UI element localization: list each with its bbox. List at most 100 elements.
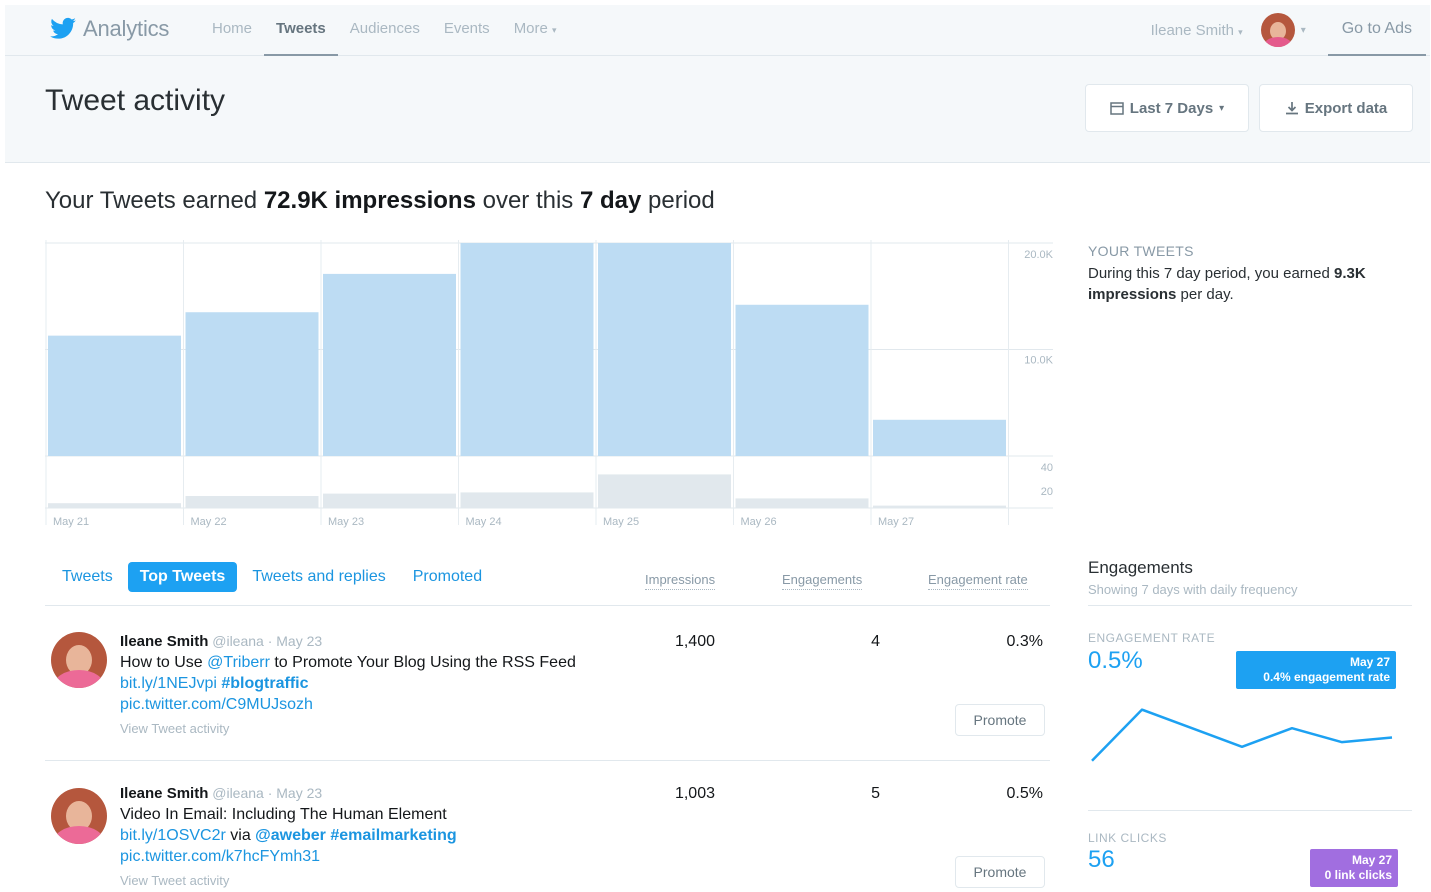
bar-impressions (460, 243, 594, 456)
bar-impressions (873, 419, 1006, 456)
brand[interactable]: Analytics (49, 15, 169, 43)
tweet-hashtag[interactable]: #blogtraffic (221, 675, 308, 692)
avatar[interactable] (51, 788, 107, 844)
page-header: Tweet activity Last 7 Days ▾ Export data (5, 56, 1430, 163)
tweet-text-part: Video In Email: Including The Human Elem… (120, 806, 447, 823)
nav-item-more[interactable]: More ▾ (502, 5, 569, 55)
tweet-mention[interactable]: @aweber (255, 827, 326, 844)
tweet-pic-link[interactable]: pic.twitter.com/k7hcFYmh31 (120, 848, 320, 865)
tweet-link[interactable]: bit.ly/1OSVC2r (120, 827, 226, 844)
promote-button[interactable]: Promote (955, 856, 1045, 888)
calendar-icon (1110, 102, 1124, 115)
x-tick-label: May 21 (53, 516, 89, 528)
engagement-rate-sparkline[interactable] (1088, 698, 1398, 778)
your-tweets-text: During this 7 day period, you earned 9.3… (1088, 263, 1418, 305)
tweet-handle-date: @ileana · May 23 (212, 633, 323, 649)
summary-middle: over this (475, 187, 580, 214)
nav-item-home[interactable]: Home (200, 5, 264, 55)
tweet-link[interactable]: bit.ly/1NEJvpi (120, 675, 217, 692)
tooltip-date: May 27 (1349, 655, 1390, 669)
view-tweet-activity-link[interactable]: View Tweet activity (120, 873, 620, 888)
column-engagements[interactable]: Engagements (782, 572, 863, 590)
engagement-rate-label: ENGAGEMENT RATE (1088, 631, 1216, 645)
chevron-down-icon: ▾ (552, 25, 557, 35)
tweet-hashtag[interactable]: #emailmarketing (330, 827, 456, 844)
engagement-rate-line (1091, 708, 1393, 762)
go-to-ads-link[interactable]: Go to Ads (1327, 5, 1427, 57)
promote-button[interactable]: Promote (955, 704, 1045, 736)
tweet-engagements: 5 (871, 785, 880, 802)
nav-item-audiences[interactable]: Audiences (338, 5, 432, 55)
y-tick-label: 20 (1041, 486, 1053, 498)
x-tick-label: May 22 (191, 516, 227, 528)
chevron-down-icon[interactable]: ▾ (1301, 25, 1306, 36)
account-username[interactable]: Ileane Smith ▾ (1151, 22, 1243, 39)
brand-name: Analytics (83, 16, 170, 41)
nav-item-events[interactable]: Events (432, 5, 502, 55)
tweet-text-part: via (225, 827, 256, 844)
engagements-divider (1088, 605, 1412, 606)
tweet-engagements: 4 (871, 633, 880, 650)
y-tick-label: 20.0K (1024, 249, 1053, 261)
engagements-subtitle: Showing 7 days with daily frequency (1088, 582, 1298, 597)
bar-engagements (873, 505, 1006, 508)
tweet-tabs: Tweets Top Tweets Tweets and replies Pro… (50, 562, 497, 592)
your-tweets-heading: YOUR TWEETS (1088, 243, 1194, 259)
view-tweet-activity-link[interactable]: View Tweet activity (120, 721, 620, 736)
tab-promoted[interactable]: Promoted (401, 562, 494, 592)
avatar[interactable] (51, 632, 107, 688)
tweet-impressions: 1,400 (674, 633, 715, 650)
account-username-label: Ileane Smith (1150, 21, 1234, 39)
tab-tweets-and-replies[interactable]: Tweets and replies (240, 562, 397, 592)
export-data-button[interactable]: Export data (1259, 84, 1413, 132)
nav-item-more-label: More (513, 20, 548, 37)
tweet-author[interactable]: Ileane Smith (120, 633, 208, 650)
y-tick-label: 40 (1041, 462, 1053, 474)
tweet-body: Ileane Smith @ileana · May 23 Video In E… (120, 785, 620, 888)
bar-impressions (735, 304, 869, 456)
account-area: Ileane Smith ▾ ▾ Go to Ads (1151, 5, 1430, 57)
bar-impressions (598, 243, 731, 456)
row-divider (45, 760, 1050, 761)
column-impressions[interactable]: Impressions (645, 572, 716, 590)
bar-engagements (185, 496, 319, 508)
tweet-mention[interactable]: @Triberr (207, 654, 270, 671)
tweet-author[interactable]: Ileane Smith (120, 785, 208, 802)
x-tick-label: May 26 (741, 516, 777, 528)
tweet-engagement-rate: 0.3% (1006, 633, 1043, 650)
column-engagement-rate[interactable]: Engagement rate (928, 572, 1028, 590)
engagements-divider (1088, 810, 1412, 811)
date-range-button[interactable]: Last 7 Days ▾ (1085, 84, 1249, 132)
chevron-down-icon: ▾ (1238, 26, 1243, 37)
your-tweets-text-a: During this 7 day period, you earned (1088, 265, 1334, 282)
tab-tweets[interactable]: Tweets (50, 562, 125, 592)
bar-impressions (185, 312, 319, 456)
page-title: Tweet activity (45, 84, 226, 117)
tooltip-text: 0 link clicks (1324, 868, 1392, 882)
engagement-rate-tooltip: May 27 0.4% engagement rate (1236, 651, 1396, 689)
tab-top-tweets[interactable]: Top Tweets (127, 562, 238, 592)
tweet-row[interactable]: Ileane Smith @ileana · May 23 Video In E… (45, 782, 1050, 892)
tweet-meta: Ileane Smith @ileana · May 23 (120, 785, 620, 802)
summary-period: 7 day (579, 187, 642, 214)
y-tick-label: 10.0K (1024, 355, 1053, 367)
nav-menu: Home Tweets Audiences Events More ▾ (200, 5, 569, 57)
tweet-body: Ileane Smith @ileana · May 23 How to Use… (120, 633, 620, 736)
account-avatar[interactable] (1260, 13, 1295, 47)
bar-engagements (735, 498, 869, 508)
x-tick-label: May 25 (603, 516, 639, 528)
tweet-row[interactable]: Ileane Smith @ileana · May 23 How to Use… (45, 630, 1050, 760)
bar-impressions (323, 273, 456, 456)
tweet-text-part: How to Use (120, 654, 208, 671)
impressions-chart: May 21 May 22 May 23 May 24 May 25 May 26 May … (45, 240, 1054, 528)
x-tick-label: May 23 (328, 516, 364, 528)
impressions-summary: Your Tweets earned 72.9K impressions ove… (45, 187, 715, 215)
nav-item-tweets[interactable]: Tweets (264, 5, 338, 57)
tweet-pic-link[interactable]: pic.twitter.com/C9MUJsozh (120, 696, 313, 713)
your-tweets-panel: YOUR TWEETS During this 7 day period, yo… (1088, 243, 1418, 305)
summary-impressions: 72.9K impressions (263, 187, 476, 214)
export-data-label: Export data (1304, 99, 1388, 117)
date-range-label: Last 7 Days (1129, 99, 1214, 117)
x-tick-label: May 27 (878, 516, 914, 528)
link-clicks-tooltip: May 27 0 link clicks (1310, 849, 1398, 887)
